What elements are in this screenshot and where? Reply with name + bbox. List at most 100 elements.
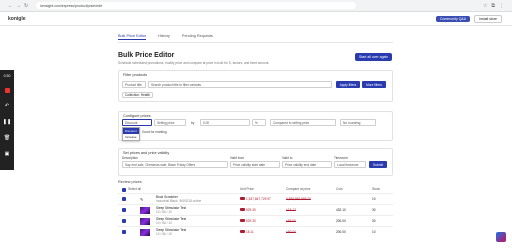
browser-nav: ← → ↻ [8, 3, 28, 9]
trash-icon[interactable]: 🗑 [4, 135, 10, 141]
unit-price-value: 529.30 [246, 219, 256, 223]
review-title: Review prices [118, 180, 142, 184]
col-stock: Stock [372, 187, 380, 191]
app-logo[interactable]: konigle [8, 16, 26, 22]
by-label: by [191, 121, 195, 125]
compare-price: +80.00 [286, 230, 296, 234]
row-checkbox[interactable] [122, 219, 126, 223]
col-cost: Cost [336, 187, 343, 191]
filter-search-input[interactable]: Search product title to filter variants [148, 81, 332, 88]
tab-pending-requests[interactable]: Pending Requests [182, 34, 213, 40]
row-checkbox[interactable] [122, 230, 126, 234]
page-subtitle: Schedule scheduled promotions, modify pr… [118, 61, 270, 65]
tab-bulk-price-editor[interactable]: Bulk Price Editor [118, 34, 147, 40]
row-checkbox[interactable] [122, 208, 126, 212]
configure-hint: Good for marking [142, 130, 167, 134]
stock: 10 [372, 197, 376, 201]
stock: 30 [372, 208, 376, 212]
row-checkbox[interactable] [122, 197, 126, 201]
tabs: Bulk Price Editor History Pending Reques… [118, 34, 213, 40]
recording-time: 0:30 [3, 74, 11, 78]
col-compare-price: Compare at price [286, 187, 311, 191]
product-thumbnail [140, 206, 150, 214]
price-type-select[interactable]: Selling price [154, 119, 186, 126]
unit-price-value: 529.30 [246, 208, 256, 212]
compare-select[interactable]: Compared to selling price [270, 119, 336, 126]
apply-filters-button[interactable]: Apply filters [336, 81, 360, 88]
camera-icon[interactable]: ▣ [5, 151, 10, 157]
price-pill [240, 197, 245, 200]
valid-to-label: Valid to [282, 156, 293, 160]
description-label: Description [122, 156, 138, 160]
timezone-label: Timezone [334, 156, 348, 160]
rounding-select[interactable]: No rounding [340, 119, 376, 126]
product-thumbnail [140, 228, 150, 236]
unit-select[interactable]: % [252, 119, 266, 126]
table-row[interactable]: Sleep Stimulator Test 10 / 66 / 10 529.3… [118, 215, 393, 226]
stock: 30 [372, 219, 376, 223]
amount-input[interactable]: 0.00 [200, 119, 250, 126]
stop-recording-icon[interactable] [4, 88, 10, 93]
recording-toolbar: 0:30 ↶ ❚❚ 🗑 ▣ [0, 70, 14, 170]
compare-price: +18.12 [286, 208, 296, 212]
extensions-icon[interactable]: ⧉ [491, 3, 495, 9]
price-pill [240, 208, 245, 211]
undo-icon[interactable]: ↶ [5, 103, 9, 109]
cost: 200.00 [336, 230, 346, 234]
pencil-icon[interactable]: ✎ [140, 197, 143, 202]
product-variant: Industrial Black, 9600218 online [156, 199, 202, 203]
address-bar[interactable]: kensight.com/express/product/price/edit [36, 2, 357, 9]
page-title: Bulk Price Editor [118, 52, 175, 59]
dropdown-option-increase[interactable]: Increase [123, 134, 139, 140]
menu-icon[interactable]: ⋮ [499, 3, 504, 9]
table-row[interactable]: Sleep Stimulator Test 10 / 66 / 10 18.11… [118, 226, 393, 237]
reload-icon[interactable]: ↻ [24, 3, 28, 9]
valid-from-label: Valid from [230, 156, 245, 160]
store-button[interactable]: Install store [474, 14, 502, 23]
cost: 200.00 [336, 219, 346, 223]
price-pill [240, 230, 245, 233]
product-variant: 10 / 66 / 10 [156, 232, 172, 236]
table-row[interactable]: Sleep Stimulator Test 10 / 66 / 10 529.3… [118, 204, 393, 215]
timezone-select[interactable]: Local timezone [334, 161, 366, 168]
filter-title: Filter products [123, 73, 148, 77]
tab-history[interactable]: History [158, 34, 170, 40]
unit-price-value: 18.11 [246, 230, 254, 234]
cost: 432.10 [336, 208, 346, 212]
browser-actions: ☆ ⧉ ⋮ [483, 3, 504, 9]
schedule-title: Set prices and price validity [123, 151, 170, 155]
valid-from-input[interactable]: Price validity start date [230, 161, 280, 168]
col-unit-price: Unit Price [240, 187, 254, 191]
valid-to-input[interactable]: Price validity end date [282, 161, 332, 168]
select-all-checkbox[interactable] [122, 188, 126, 192]
table-row[interactable]: ✎ Book Scratcher Industrial Black, 96002… [118, 193, 393, 204]
more-filters-button[interactable]: More filters [362, 81, 386, 88]
description-input[interactable]: Say end sale, Christmas sale, Black Frid… [122, 161, 228, 168]
unit-price: 1,537,847,729.97 [240, 197, 271, 201]
start-over-button[interactable]: Start all over again [355, 53, 393, 61]
star-icon[interactable]: ☆ [483, 3, 487, 9]
filter-chip[interactable]: Collection: Health [122, 92, 153, 98]
app-corner-icon[interactable] [496, 232, 506, 242]
stock: 10 [372, 230, 376, 234]
forward-icon[interactable]: → [16, 3, 21, 9]
unit-price: 529.30 [240, 219, 256, 223]
unit-price-value: 1,537,847,729.97 [246, 197, 271, 201]
compare-price: 3,898,866,989.70 [286, 197, 311, 201]
tabs-divider [118, 42, 393, 43]
mode-dropdown: Discount Increase [122, 127, 140, 141]
product-thumbnail [140, 217, 150, 225]
filter-type-select[interactable]: Product title [122, 81, 146, 88]
mode-select[interactable]: Discount [122, 119, 152, 126]
price-pill [240, 219, 245, 222]
unit-price: 529.30 [240, 208, 256, 212]
submit-button[interactable]: Submit [369, 161, 387, 168]
browser-toolbar: ← → ↻ kensight.com/express/product/price… [0, 0, 512, 12]
configure-card: Configure prices [118, 111, 393, 141]
compare-price: +56.00 [286, 219, 296, 223]
pause-icon[interactable]: ❚❚ [3, 119, 11, 125]
product-variant: 10 / 66 / 10 [156, 210, 172, 214]
back-icon[interactable]: ← [8, 3, 13, 9]
product-variant: 10 / 66 / 10 [156, 221, 172, 225]
community-button[interactable]: Community Q&A [436, 15, 471, 22]
